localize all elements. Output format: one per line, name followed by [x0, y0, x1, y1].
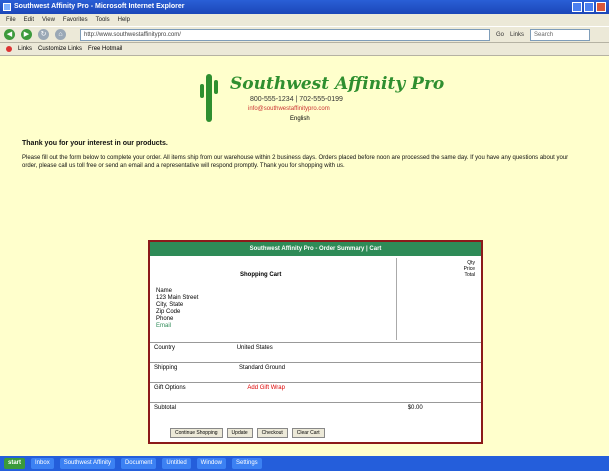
address-line: 123 Main Street	[156, 295, 199, 301]
site-email[interactable]: info@southwestaffinitypro.com	[248, 106, 330, 112]
refresh-icon[interactable]: ↻	[38, 29, 49, 40]
taskbar-item[interactable]: Document	[120, 458, 157, 469]
cactus-logo-icon	[200, 74, 218, 122]
navigation-toolbar: ◀ ▶ ↻ ⌂ http://www.southwestaffinitypro.…	[0, 26, 609, 43]
menu-file[interactable]: File	[6, 14, 16, 26]
form-row-gift[interactable]: Gift Options Add Gift Wrap	[150, 382, 481, 393]
site-header: Southwest Affinity Pro 800-555-1234 | 70…	[200, 74, 460, 124]
continue-shopping-button[interactable]: Continue Shopping	[170, 428, 223, 438]
favorites-icon	[6, 46, 12, 52]
row-value[interactable]: Add Gift Wrap	[247, 385, 285, 391]
menu-tools[interactable]: Tools	[96, 14, 110, 26]
site-brand: Southwest Affinity Pro	[230, 74, 445, 94]
address-line: City, State	[156, 302, 184, 308]
home-icon[interactable]: ⌂	[55, 29, 66, 40]
intro-paragraph: Please fill out the form below to comple…	[22, 155, 569, 169]
row-value[interactable]: Standard Ground	[239, 365, 285, 371]
panel-header: Southwest Affinity Pro - Order Summary |…	[150, 242, 481, 256]
maximize-button[interactable]	[584, 2, 594, 12]
form-row-shipping[interactable]: Shipping Standard Ground	[150, 362, 481, 373]
go-button[interactable]: Go	[496, 32, 504, 38]
row-value[interactable]: United States	[237, 345, 273, 351]
minimize-button[interactable]	[572, 2, 582, 12]
divider	[396, 258, 397, 340]
row-label: Gift Options	[154, 385, 186, 391]
language-selector[interactable]: English	[290, 116, 310, 122]
col-total: Total	[464, 272, 475, 278]
checkout-button[interactable]: Checkout	[256, 428, 288, 438]
start-button[interactable]: start	[4, 458, 26, 469]
close-button[interactable]	[596, 2, 606, 12]
notice-heading: Thank you for your interest in our produ…	[22, 140, 168, 147]
search-input[interactable]: Search	[530, 28, 591, 41]
taskbar-item[interactable]: Untitled	[162, 458, 191, 469]
menu-view[interactable]: View	[42, 14, 55, 26]
title-bar: Southwest Affinity Pro - Microsoft Inter…	[0, 0, 609, 14]
links-bar: Links Customize Links Free Hotmail	[0, 43, 609, 56]
form-row-subtotal: Subtotal $0.00	[150, 402, 481, 413]
row-label: Subtotal	[154, 405, 177, 411]
window-title: Southwest Affinity Pro - Microsoft Inter…	[14, 3, 185, 10]
link-item[interactable]: Links	[18, 46, 32, 52]
address-line: Name	[156, 288, 173, 294]
menu-bar: File Edit View Favorites Tools Help	[0, 14, 609, 26]
menu-edit[interactable]: Edit	[24, 14, 34, 26]
cart-title: Shopping Cart	[240, 272, 282, 278]
row-label: Shipping	[154, 365, 178, 371]
panel-buttons: Continue Shopping Update Checkout Clear …	[170, 428, 325, 438]
browser-window: Southwest Affinity Pro - Microsoft Inter…	[0, 0, 609, 471]
order-panel: Southwest Affinity Pro - Order Summary |…	[148, 240, 483, 444]
row-value: $0.00	[407, 405, 423, 411]
link-item[interactable]: Free Hotmail	[88, 46, 122, 52]
forward-icon[interactable]: ▶	[21, 29, 32, 40]
update-button[interactable]: Update	[226, 428, 253, 438]
ie-icon	[3, 3, 11, 11]
address-line: Phone	[156, 316, 174, 322]
address-bar[interactable]: http://www.southwestaffinitypro.com/	[80, 28, 490, 41]
taskbar-item[interactable]: Settings	[232, 458, 262, 469]
address-block: Name 123 Main Street City, State Zip Cod…	[156, 288, 198, 330]
link-item[interactable]: Customize Links	[38, 46, 82, 52]
taskbar: start Inbox Southwest Affinity Document …	[0, 456, 609, 471]
menu-help[interactable]: Help	[118, 14, 130, 26]
row-label: Country	[154, 345, 176, 351]
taskbar-item[interactable]: Inbox	[31, 458, 54, 469]
page-content: Southwest Affinity Pro 800-555-1234 | 70…	[0, 56, 609, 456]
cart-columns: Qty Price Total	[464, 260, 475, 278]
clear-cart-button[interactable]: Clear Cart	[291, 428, 325, 438]
site-phone: 800-555-1234 | 702-555-0199	[250, 96, 343, 103]
back-icon[interactable]: ◀	[4, 29, 15, 40]
links-label[interactable]: Links	[510, 32, 524, 38]
taskbar-item[interactable]: Window	[196, 458, 226, 469]
menu-favorites[interactable]: Favorites	[63, 14, 88, 26]
address-line: Zip Code	[156, 309, 181, 315]
form-row-country[interactable]: Country United States	[150, 342, 481, 353]
address-line: Email	[156, 323, 172, 329]
taskbar-item[interactable]: Southwest Affinity	[59, 458, 115, 469]
